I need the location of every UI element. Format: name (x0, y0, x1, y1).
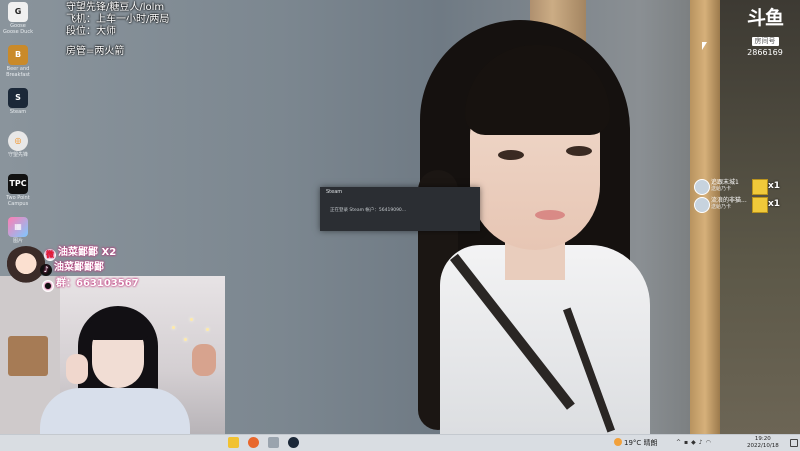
app-icon[interactable] (268, 437, 279, 448)
room-number: 2866169 (747, 48, 783, 57)
gift-count: x1 (768, 181, 781, 191)
weather-widget[interactable]: 19°C 晴朗 (614, 438, 658, 448)
sun-icon (614, 438, 622, 446)
gift-sender-name: 追跟末城1 (711, 179, 739, 186)
taskbar-clock[interactable]: 19:20 2022/10/18 (747, 436, 779, 450)
stream-games-text: 守望先锋/糖豆人/lolm (66, 2, 165, 13)
qq-penguin-icon: ● (42, 280, 54, 292)
dialog-message: 正在登录 Steam 帐户：56419090... (330, 208, 407, 213)
browser-icon[interactable] (248, 437, 259, 448)
weibo-handle: 油菜鄙鄙 X2 (58, 247, 117, 258)
desktop-icon-label: Beer and Breakfast (6, 66, 30, 78)
avatar (694, 197, 710, 213)
stream-info-overlay: 守望先锋/糖豆人/lolm 飞机：上车一小时/两局 段位：大师 房管=两火箭 (66, 2, 169, 58)
gift-item-icon (752, 179, 768, 195)
system-tray[interactable]: ^▪◆♪◠ (676, 439, 714, 446)
gift-count: x1 (768, 199, 781, 209)
fairy-light (172, 326, 175, 329)
weibo-icon: 微 (44, 249, 56, 261)
gift-sub-text: 送給乃卡 (711, 204, 732, 210)
streamer-body (40, 388, 190, 434)
fairy-light (190, 318, 193, 321)
desktop-icon-overwatch[interactable]: ◎ 守望先锋 (2, 131, 34, 171)
stream-rank-text: 段位：大师 (66, 26, 116, 37)
desktop-icon-column: G Goose Goose Duck B Beer and Breakfast … (2, 2, 34, 260)
gift-notification: 追跟末城1 送給乃卡 x1 (694, 179, 790, 195)
file-explorer-icon[interactable] (228, 437, 239, 448)
desktop-icon-label: Goose Goose Duck (3, 23, 33, 35)
streamer-bangs (88, 310, 148, 340)
weather-description: 晴朗 (643, 439, 658, 447)
fairy-light (184, 338, 187, 341)
stream-moderator-text: 房管=两火箭 (66, 46, 125, 57)
steam-icon: S (8, 88, 28, 108)
tpc-icon: TPC (8, 174, 28, 194)
picture-icon: ▦ (8, 217, 28, 237)
notification-icon[interactable] (790, 439, 798, 447)
avatar (694, 179, 710, 195)
beer-icon: B (8, 45, 28, 65)
weibo-row: 微油菜鄙鄙 X2 (44, 247, 116, 261)
weather-temperature: 19°C (624, 439, 642, 447)
gift-sender-name: 流浪的非猫... (711, 197, 747, 204)
shield-icon[interactable]: ◆ (691, 439, 699, 446)
clock-time: 19:20 (754, 436, 771, 442)
mouse-cursor-icon (702, 42, 707, 50)
qq-row: ● 群：663103567 (42, 278, 139, 292)
clock-date: 2022/10/18 (747, 443, 779, 449)
fairy-light (206, 328, 209, 331)
gift-notification: 流浪的非猫... 送給乃卡 x1 (694, 197, 790, 213)
wallpaper-portrait-eye (498, 150, 524, 160)
douyin-handle: 油菜鄙鄙鄙 (54, 262, 104, 273)
desktop-icon-label: Steam (9, 109, 27, 115)
douyu-room-badge: 斗鱼 房间号 2866169 (740, 8, 790, 58)
douyin-row: ♪ 油菜鄙鄙鄙 (40, 262, 104, 276)
windows-taskbar: 19°C 晴朗 ^▪◆♪◠ 19:20 2022/10/18 (0, 434, 800, 451)
desktop-icon-label: 守望先锋 (7, 152, 28, 158)
douyu-logo: 斗鱼 (746, 7, 784, 29)
overwatch-icon: ◎ (8, 131, 28, 151)
volume-icon[interactable]: ♪ (699, 439, 706, 446)
desktop-icon-goose-goose-duck[interactable]: G Goose Goose Duck (2, 2, 34, 42)
douyin-icon: ♪ (40, 264, 52, 276)
goose-icon: G (8, 2, 28, 22)
room-number-label: 房间号 (751, 37, 779, 46)
steam-icon[interactable] (288, 437, 299, 448)
dialog-title: Steam (326, 189, 343, 195)
chevron-up-icon[interactable]: ^ (676, 439, 684, 446)
desktop-icon-two-point-campus[interactable]: TPC Two Point Campus (2, 174, 34, 214)
gift-item-icon (752, 197, 768, 213)
plush-toy (192, 344, 216, 376)
wifi-icon[interactable]: ◠ (706, 439, 714, 446)
gift-sub-text: 送給乃卡 (711, 186, 732, 192)
wallpaper-frame (690, 0, 720, 434)
streamer-hand (66, 354, 88, 384)
wallpaper-shelf (720, 0, 800, 434)
webcam-feed (0, 276, 225, 434)
desktop-icon-beer-and-breakfast[interactable]: B Beer and Breakfast (2, 45, 34, 85)
wallpaper-portrait-lips (535, 210, 565, 220)
stream-plane-text: 飞机：上车一小时/两局 (66, 14, 170, 25)
qq-group-number: 群：663103567 (56, 278, 139, 289)
desktop-icon-label: 图片 (12, 238, 23, 244)
wallpaper-portrait-eye (566, 146, 592, 156)
desktop-icon-steam[interactable]: S Steam (2, 88, 34, 128)
desktop-icon-label: Two Point Campus (6, 195, 30, 207)
webcam-shelf (8, 336, 48, 376)
steam-login-dialog[interactable]: Steam 正在登录 Steam 帐户：56419090... (320, 187, 480, 231)
